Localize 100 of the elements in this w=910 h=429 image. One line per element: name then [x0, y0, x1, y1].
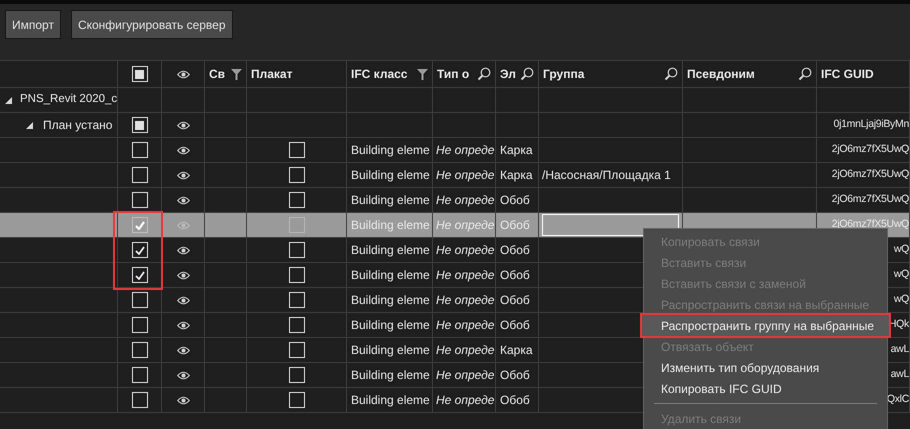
- mixed-state-icon: [135, 120, 144, 130]
- checkbox[interactable]: [132, 292, 148, 308]
- checkmark-icon: [134, 220, 144, 230]
- table-cell-text: Карка: [500, 342, 533, 359]
- checkbox[interactable]: [132, 242, 148, 258]
- table-cell-text: Обоб: [500, 217, 530, 234]
- checkmark-icon: [134, 270, 144, 280]
- column-header[interactable]: IFC GUID: [821, 65, 874, 83]
- table-cell-text: Обоб: [500, 267, 530, 284]
- table-cell-text: Карка: [500, 167, 533, 184]
- table-cell-text: wQ: [894, 292, 909, 308]
- checkbox[interactable]: [132, 167, 148, 183]
- table-cell-text: 2jO6mz7fX5UwQ: [832, 192, 909, 208]
- table-cell-text: Building eleme: [351, 217, 430, 234]
- column-header[interactable]: Св: [209, 65, 226, 83]
- table-cell-text: Building eleme: [351, 367, 430, 384]
- search-icon[interactable]: [664, 67, 678, 81]
- checkbox[interactable]: [132, 192, 148, 208]
- table-row[interactable]: Building eleme Не опреде Карка /Насосная/Площадка 1 2jO6mz7fX5UwQ: [0, 163, 910, 188]
- tree-item[interactable]: План устано: [43, 116, 112, 134]
- table-cell-text: Building eleme: [351, 317, 430, 334]
- column-header[interactable]: Псевдоним: [687, 65, 755, 83]
- table-cell-text: Building eleme: [351, 267, 430, 284]
- eye-icon[interactable]: [176, 346, 190, 354]
- search-icon[interactable]: [477, 67, 491, 81]
- table-cell-text: wQ: [894, 267, 909, 282]
- menu-item[interactable]: Распространить группу на выбранные: [642, 315, 889, 336]
- eye-icon[interactable]: [176, 120, 190, 130]
- table-cell-text: Обоб: [500, 367, 530, 384]
- table-cell-text: Building eleme: [351, 392, 430, 409]
- checkbox[interactable]: [132, 267, 148, 283]
- checkbox[interactable]: [288, 292, 304, 308]
- table-cell-text: Обоб: [500, 192, 530, 209]
- table-cell-text: Обоб: [500, 392, 530, 409]
- table-cell-text: QxlC: [886, 392, 909, 408]
- toolbar-button[interactable]: Сконфигурировать сервер: [70, 10, 233, 39]
- eye-icon[interactable]: [176, 70, 190, 78]
- checkbox[interactable]: [288, 217, 304, 233]
- table-cell-text: Не опреде: [436, 167, 494, 184]
- table-cell-text: Не опреде: [436, 142, 494, 159]
- table-cell-text: 2jO6mz7fX5UwQ: [832, 167, 909, 182]
- table-cell-text: Обоб: [500, 292, 530, 309]
- filter-icon[interactable]: [417, 68, 428, 80]
- column-header[interactable]: Тип о: [437, 65, 470, 83]
- filter-icon[interactable]: [231, 68, 242, 80]
- tree-item[interactable]: PNS_Revit 2020_c: [20, 91, 117, 109]
- table-cell-text: 2jO6mz7fX5UwQ: [832, 217, 909, 232]
- eye-icon[interactable]: [176, 170, 190, 180]
- column-header[interactable]: Плакат: [251, 65, 292, 83]
- table-cell-text: Карка: [500, 142, 533, 159]
- search-icon[interactable]: [798, 67, 812, 81]
- table-row[interactable]: Building eleme Не опреде Карка 2jO6mz7fX5UwQ: [0, 138, 910, 163]
- table-cell-text: 2jO6mz7fX5UwQ: [832, 142, 909, 158]
- checkbox[interactable]: [288, 167, 304, 183]
- collapse-arrow-icon[interactable]: [26, 122, 33, 128]
- table-cell-text: Building eleme: [351, 242, 430, 259]
- checkbox[interactable]: [288, 142, 304, 158]
- table-cell-text: Не опреде: [436, 392, 494, 409]
- checkbox[interactable]: [132, 392, 148, 408]
- table-cell-text: Building eleme: [351, 142, 430, 159]
- table-cell-text: 0j1mnLjaj9iByMn: [834, 117, 909, 132]
- eye-icon[interactable]: [176, 396, 190, 404]
- checkbox[interactable]: [288, 367, 304, 383]
- table-cell-text: Обоб: [500, 242, 530, 259]
- collapse-arrow-icon[interactable]: [5, 96, 12, 104]
- checkbox[interactable]: [132, 66, 148, 82]
- table-cell-text: Не опреде: [436, 367, 494, 384]
- table-cell-text: Не опреде: [436, 342, 494, 359]
- checkbox[interactable]: [132, 217, 148, 233]
- checkbox[interactable]: [132, 317, 148, 333]
- column-header[interactable]: IFC класс: [351, 65, 408, 83]
- eye-icon[interactable]: [176, 320, 190, 330]
- table-cell-text: Building eleme: [351, 192, 430, 209]
- checkbox[interactable]: [288, 267, 304, 283]
- table-cell-text: Не опреде: [436, 292, 494, 309]
- column-header[interactable]: Эл: [500, 65, 516, 83]
- checkbox[interactable]: [132, 117, 148, 133]
- checkbox[interactable]: [132, 342, 148, 358]
- eye-icon[interactable]: [176, 296, 190, 304]
- checkbox[interactable]: [288, 342, 304, 358]
- checkbox[interactable]: [132, 367, 148, 383]
- eye-icon[interactable]: [176, 196, 190, 204]
- eye-icon[interactable]: [176, 370, 190, 380]
- checkbox[interactable]: [132, 142, 148, 158]
- table-cell-text: awL: [890, 367, 909, 382]
- eye-icon[interactable]: [176, 246, 190, 254]
- table-cell-text: awL: [890, 342, 909, 358]
- mixed-state-icon: [135, 70, 144, 78]
- checkbox[interactable]: [288, 192, 304, 208]
- search-icon[interactable]: [520, 67, 534, 81]
- checkbox[interactable]: [288, 317, 304, 333]
- column-header[interactable]: Группа: [543, 65, 584, 83]
- checkbox[interactable]: [288, 392, 304, 408]
- table-cell-text: Не опреде: [436, 242, 494, 259]
- checkbox[interactable]: [288, 242, 304, 258]
- table-cell-text: Обоб: [500, 317, 530, 334]
- table-cell-text: Building eleme: [351, 167, 430, 184]
- eye-icon[interactable]: [176, 270, 190, 280]
- eye-icon[interactable]: [176, 146, 190, 154]
- toolbar-button[interactable]: Импорт: [5, 10, 61, 39]
